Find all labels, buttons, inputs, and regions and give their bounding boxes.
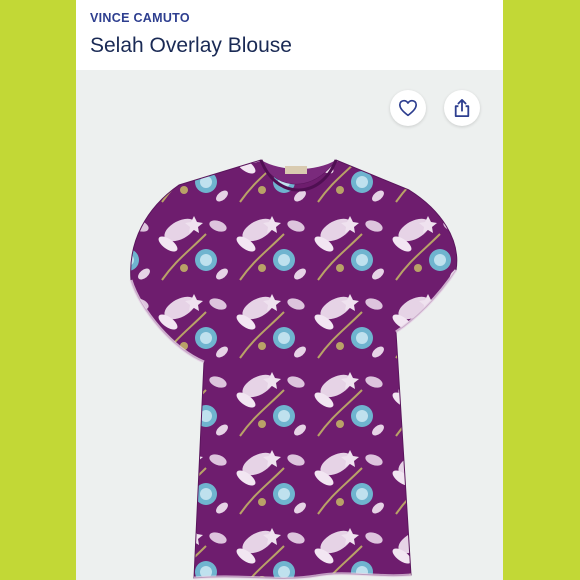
share-icon	[454, 98, 470, 117]
like-button[interactable]	[390, 90, 426, 126]
product-title: Selah Overlay Blouse	[90, 34, 292, 57]
blouse	[129, 159, 458, 580]
brand-link[interactable]: VINCE CAMUTO	[90, 11, 190, 25]
heart-icon	[399, 99, 417, 117]
listing-card: VINCE CAMUTO Selah Overlay Blouse	[76, 0, 503, 580]
listing-header: VINCE CAMUTO Selah Overlay Blouse	[76, 0, 503, 70]
product-photo	[129, 159, 458, 580]
share-button[interactable]	[444, 90, 480, 126]
